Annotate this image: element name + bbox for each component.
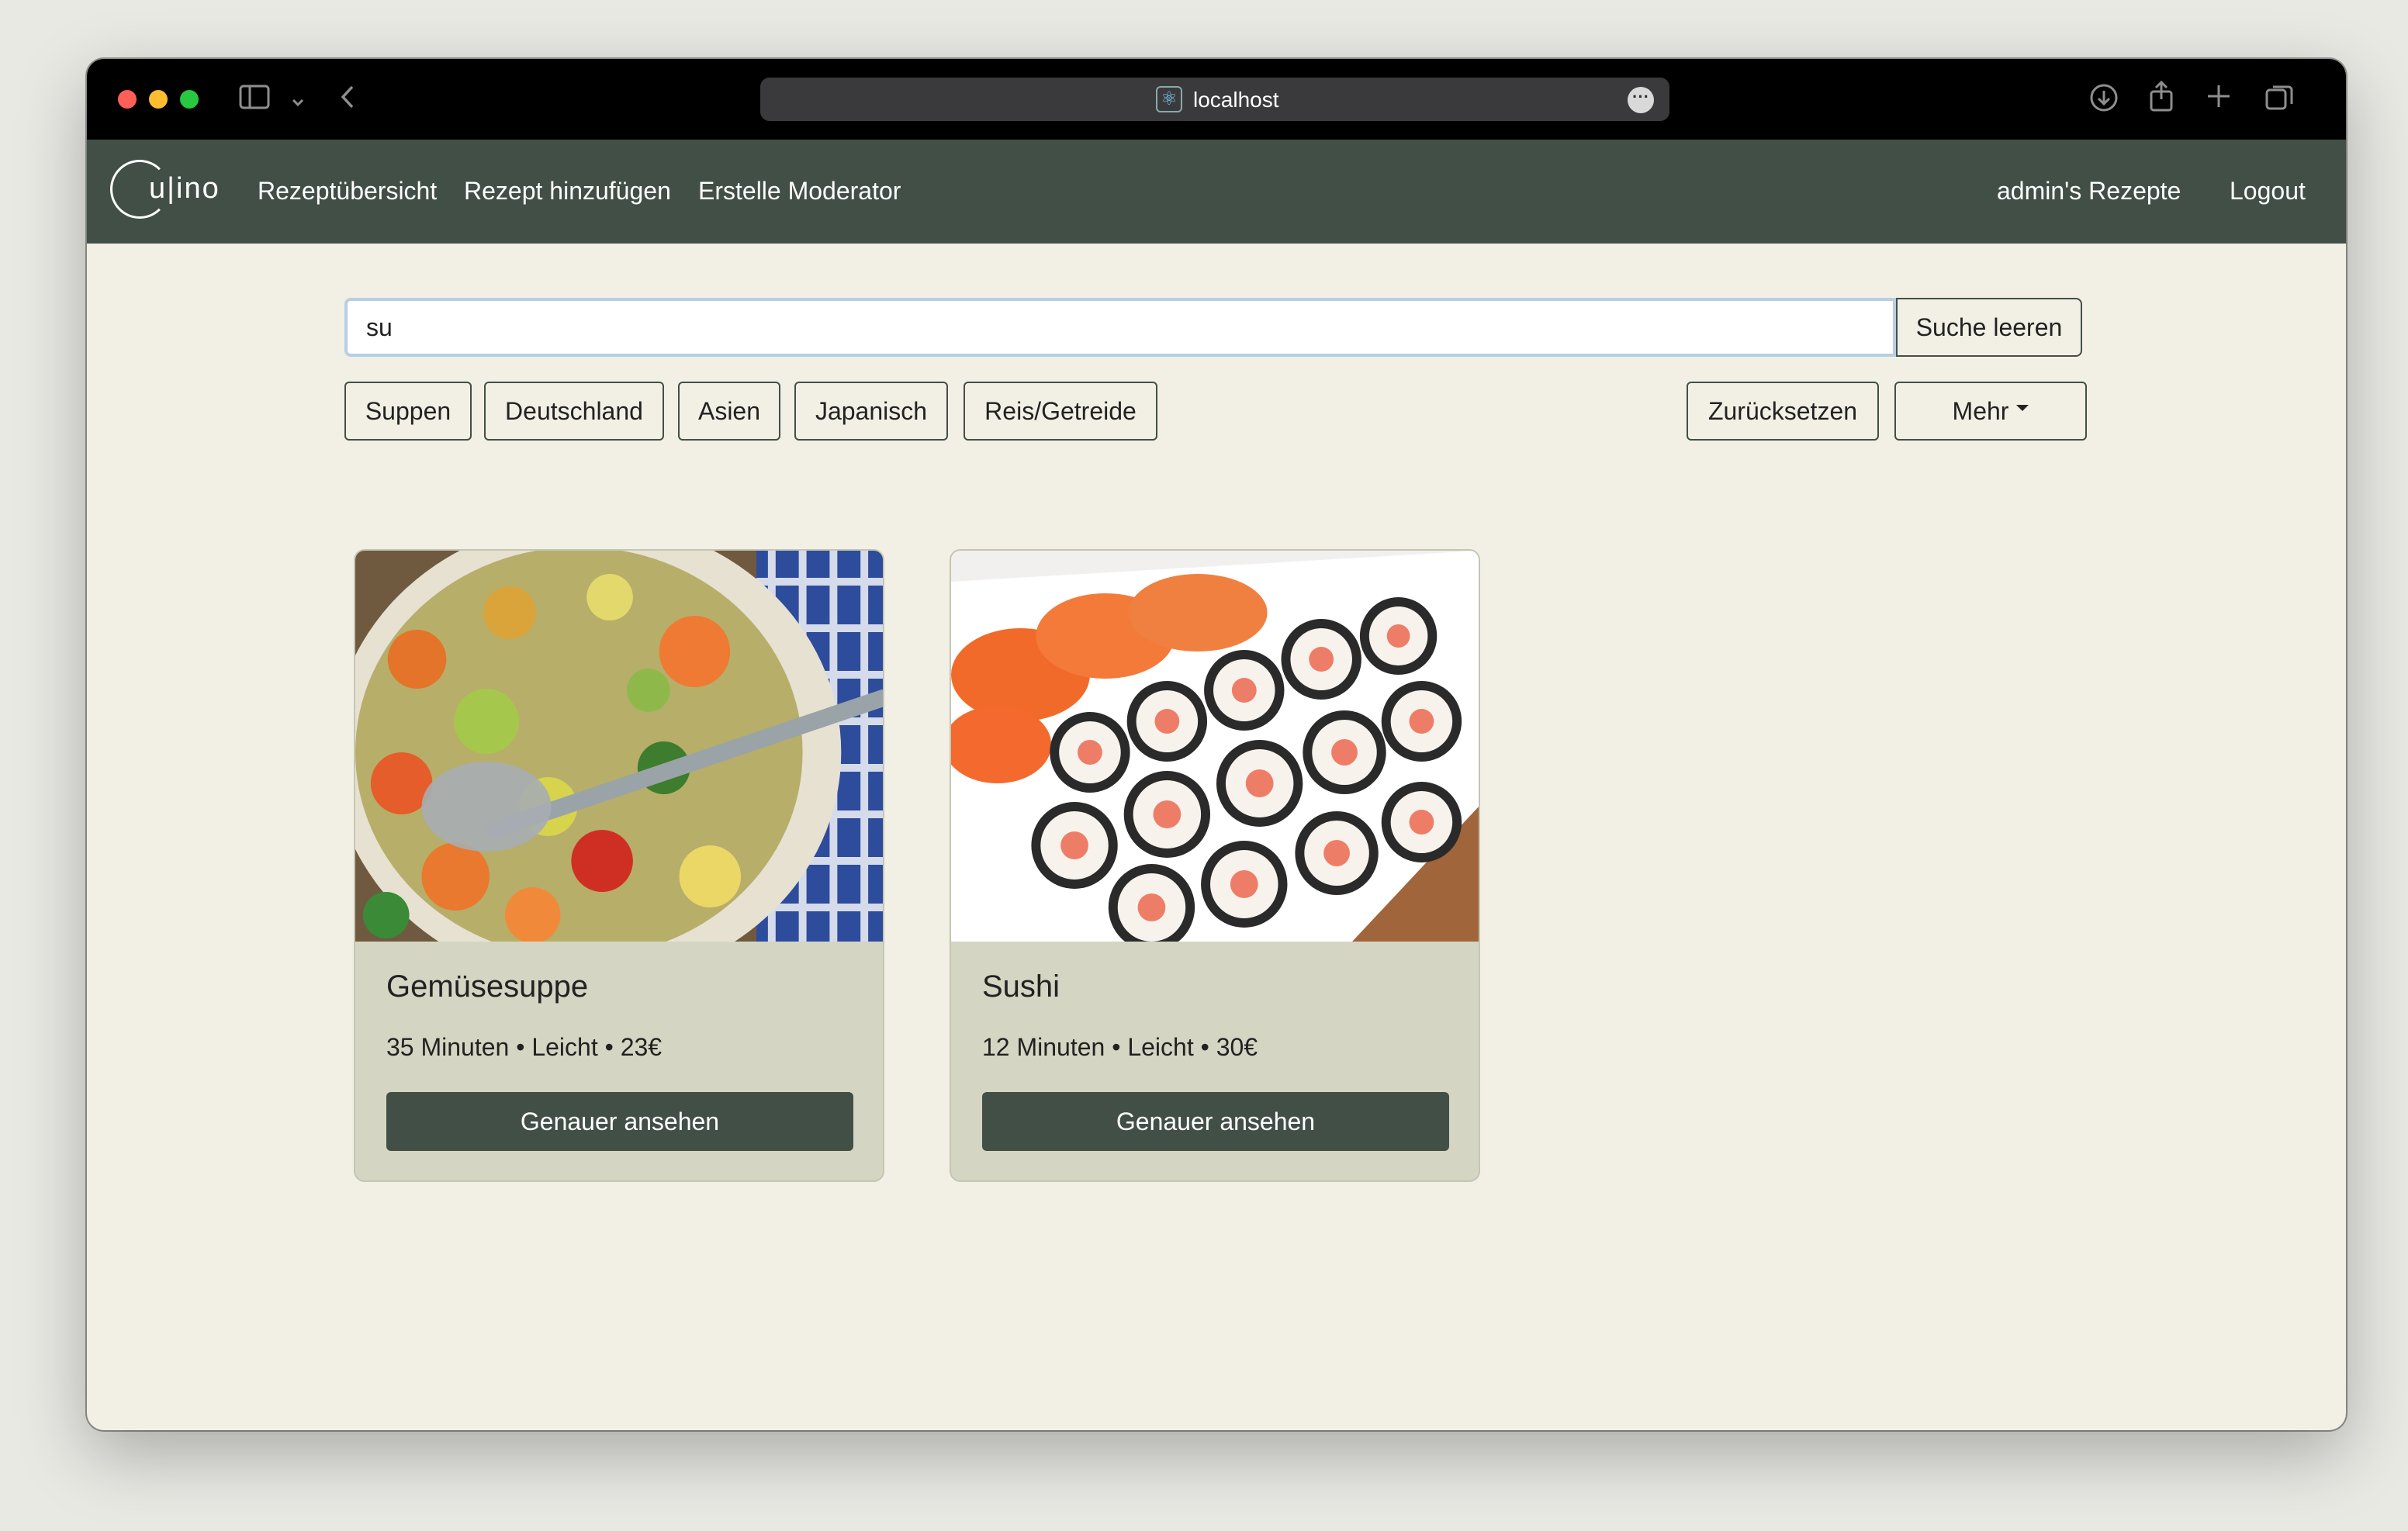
share-icon[interactable] bbox=[2147, 79, 2175, 118]
filter-tag-deutschland[interactable]: Deutschland bbox=[484, 382, 664, 441]
browser-window: ⚛ localhost ··· u|ino Rezeptübersicht Re… bbox=[87, 59, 2346, 1430]
recipe-card: Sushi 12 Minuten • Leicht • 30€ Genauer … bbox=[950, 549, 1480, 1182]
filter-tag-suppen[interactable]: Suppen bbox=[344, 382, 472, 441]
url-text: localhost bbox=[1193, 88, 1279, 112]
nav-link-create-moderator[interactable]: Erstelle Moderator bbox=[698, 177, 901, 206]
zoom-window-button[interactable] bbox=[180, 90, 199, 109]
more-filters-label: Mehr bbox=[1952, 396, 2009, 425]
caret-down-icon bbox=[2016, 405, 2029, 411]
more-filters-dropdown[interactable]: Mehr bbox=[1894, 382, 2087, 441]
reset-filters-button[interactable]: Zurücksetzen bbox=[1687, 382, 1879, 441]
recipe-title: Sushi bbox=[982, 969, 1060, 1004]
logo-text: u|ino bbox=[149, 172, 220, 205]
search-input[interactable] bbox=[344, 298, 1896, 357]
culino-logo[interactable]: u|ino bbox=[110, 160, 227, 225]
minimize-window-button[interactable] bbox=[149, 90, 168, 109]
new-tab-icon[interactable] bbox=[2205, 82, 2233, 115]
more-options-icon[interactable]: ··· bbox=[1628, 87, 1654, 113]
recipe-title: Gemüsesuppe bbox=[386, 969, 589, 1004]
nav-link-user-recipes[interactable]: admin's Rezepte bbox=[1997, 177, 2181, 206]
view-recipe-button[interactable]: Genauer ansehen bbox=[386, 1092, 853, 1151]
filter-tag-asien[interactable]: Asien bbox=[678, 382, 780, 441]
nav-link-add-recipe[interactable]: Rezept hinzufügen bbox=[464, 177, 671, 206]
recipe-card: Gemüsesuppe 35 Minuten • Leicht • 23€ Ge… bbox=[354, 549, 884, 1182]
view-recipe-button[interactable]: Genauer ansehen bbox=[982, 1092, 1449, 1151]
logout-link[interactable]: Logout bbox=[2230, 177, 2306, 206]
download-icon[interactable] bbox=[2088, 82, 2119, 118]
browser-toolbar: ⚛ localhost ··· bbox=[87, 59, 2346, 140]
vegetable-soup-image bbox=[355, 551, 883, 942]
back-arrow-icon[interactable] bbox=[338, 84, 357, 115]
chevron-down-icon[interactable] bbox=[290, 88, 306, 115]
react-favicon-icon: ⚛ bbox=[1156, 86, 1182, 112]
sidebar-toggle-icon[interactable] bbox=[239, 84, 270, 115]
filter-tag-japanisch[interactable]: Japanisch bbox=[794, 382, 948, 441]
filter-tag-reis-getreide[interactable]: Reis/Getreide bbox=[964, 382, 1157, 441]
tab-overview-icon[interactable] bbox=[2264, 82, 2295, 118]
sushi-image bbox=[951, 551, 1479, 942]
address-bar[interactable]: ⚛ localhost ··· bbox=[760, 78, 1669, 121]
nav-link-recipe-overview[interactable]: Rezeptübersicht bbox=[258, 177, 437, 206]
app-navbar: u|ino Rezeptübersicht Rezept hinzufügen … bbox=[87, 140, 2346, 244]
close-window-button[interactable] bbox=[118, 90, 137, 109]
recipe-meta: 35 Minuten • Leicht • 23€ bbox=[386, 1033, 663, 1061]
recipe-meta: 12 Minuten • Leicht • 30€ bbox=[982, 1033, 1258, 1061]
clear-search-button[interactable]: Suche leeren bbox=[1896, 298, 2082, 357]
main-content: Suche leeren Suppen Deutschland Asien Ja… bbox=[87, 244, 2346, 1430]
